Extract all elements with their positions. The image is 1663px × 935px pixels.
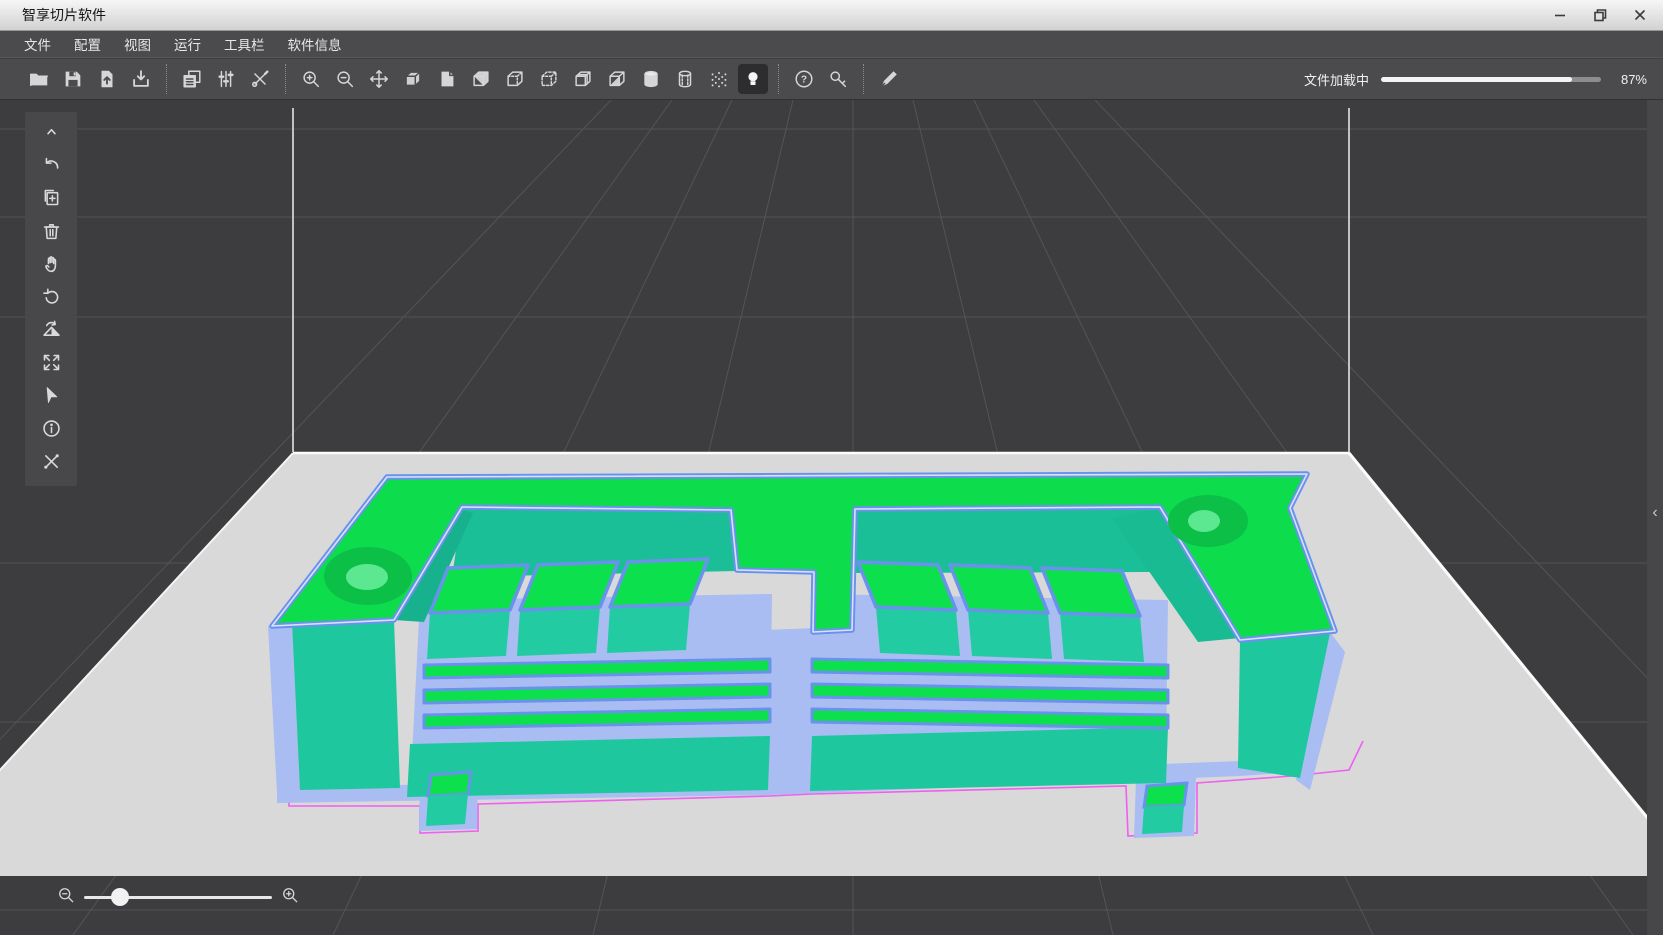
cube-solid-icon[interactable]: [398, 64, 428, 94]
right-panel-toggle[interactable]: ‹: [1652, 505, 1657, 521]
tools-icon[interactable]: [245, 64, 275, 94]
viewport-3d[interactable]: [0, 100, 1663, 935]
progress-bar: [1381, 77, 1601, 82]
pen-icon[interactable]: [874, 64, 904, 94]
repair-tools-icon[interactable]: [33, 446, 69, 476]
import-file-icon[interactable]: [92, 64, 122, 94]
menu-item-视图[interactable]: 视图: [124, 34, 151, 54]
right-panel-strip: ‹: [1647, 100, 1663, 935]
help-icon[interactable]: ?: [789, 64, 819, 94]
cube-back-icon[interactable]: [466, 64, 496, 94]
select-cursor-icon[interactable]: [33, 380, 69, 410]
corner-pillar-lines: [293, 108, 1349, 454]
restore-button[interactable]: [1587, 3, 1613, 27]
progress-fill: [1381, 77, 1572, 82]
undo-icon[interactable]: [33, 149, 69, 179]
progress-label: 文件加载中: [1304, 70, 1369, 89]
move-icon[interactable]: [364, 64, 394, 94]
window-title: 智享切片软件: [22, 5, 106, 25]
minimize-button[interactable]: [1547, 3, 1573, 27]
toolbar-group: [285, 64, 778, 94]
license-key-icon[interactable]: [823, 64, 853, 94]
toolbar-group: [863, 64, 914, 94]
window-controls: [1547, 0, 1653, 30]
zoom-out-icon[interactable]: [330, 64, 360, 94]
progress-percent: 87%: [1613, 72, 1647, 87]
toolbar-group: [166, 64, 285, 94]
cube-half-icon[interactable]: [602, 64, 632, 94]
svg-text:?: ?: [801, 75, 807, 86]
mirror-model-icon[interactable]: [33, 314, 69, 344]
pan-hand-icon[interactable]: [33, 248, 69, 278]
sheet-icon[interactable]: [432, 64, 462, 94]
cube-open-icon[interactable]: [568, 64, 598, 94]
zoom-out-icon[interactable]: [56, 885, 76, 910]
title-bar: 智享切片软件: [0, 0, 1663, 31]
cylinder-wire-icon[interactable]: [670, 64, 700, 94]
open-folder-icon[interactable]: [24, 64, 54, 94]
point-cloud-icon[interactable]: [704, 64, 734, 94]
close-button[interactable]: [1627, 3, 1653, 27]
duplicate-model-icon[interactable]: [33, 182, 69, 212]
cube-dashed-icon[interactable]: [534, 64, 564, 94]
zoom-in-icon[interactable]: [296, 64, 326, 94]
side-tool-panel: [25, 112, 77, 486]
menu-item-工具栏[interactable]: 工具栏: [224, 34, 265, 54]
collapse-up-icon[interactable]: [33, 116, 69, 146]
zoom-slider-bar: [56, 884, 316, 910]
export-file-icon[interactable]: [126, 64, 156, 94]
batch-copy-icon[interactable]: [177, 64, 207, 94]
delete-model-icon[interactable]: [33, 215, 69, 245]
scale-expand-icon[interactable]: [33, 347, 69, 377]
save-icon[interactable]: [58, 64, 88, 94]
rotate-view-icon[interactable]: [33, 281, 69, 311]
menu-item-运行[interactable]: 运行: [174, 34, 201, 54]
zoom-slider-track[interactable]: [84, 896, 272, 899]
cylinder-icon[interactable]: [636, 64, 666, 94]
zoom-in-icon[interactable]: [280, 885, 300, 910]
menu-bar: 文件 配置 视图 运行 工具栏 软件信息: [0, 31, 1663, 58]
toolbar-group: [14, 64, 166, 94]
model-info-icon[interactable]: [33, 413, 69, 443]
cube-hidden-icon[interactable]: [500, 64, 530, 94]
menu-item-软件信息[interactable]: 软件信息: [288, 34, 342, 54]
menu-item-文件[interactable]: 文件: [24, 34, 51, 54]
light-icon[interactable]: [738, 64, 768, 94]
menu-item-配置[interactable]: 配置: [74, 34, 101, 54]
adjust-sliders-icon[interactable]: [211, 64, 241, 94]
toolbar-group: ?: [778, 64, 863, 94]
file-load-progress: 文件加载中 87%: [1304, 59, 1647, 100]
zoom-slider-handle[interactable]: [111, 888, 129, 906]
